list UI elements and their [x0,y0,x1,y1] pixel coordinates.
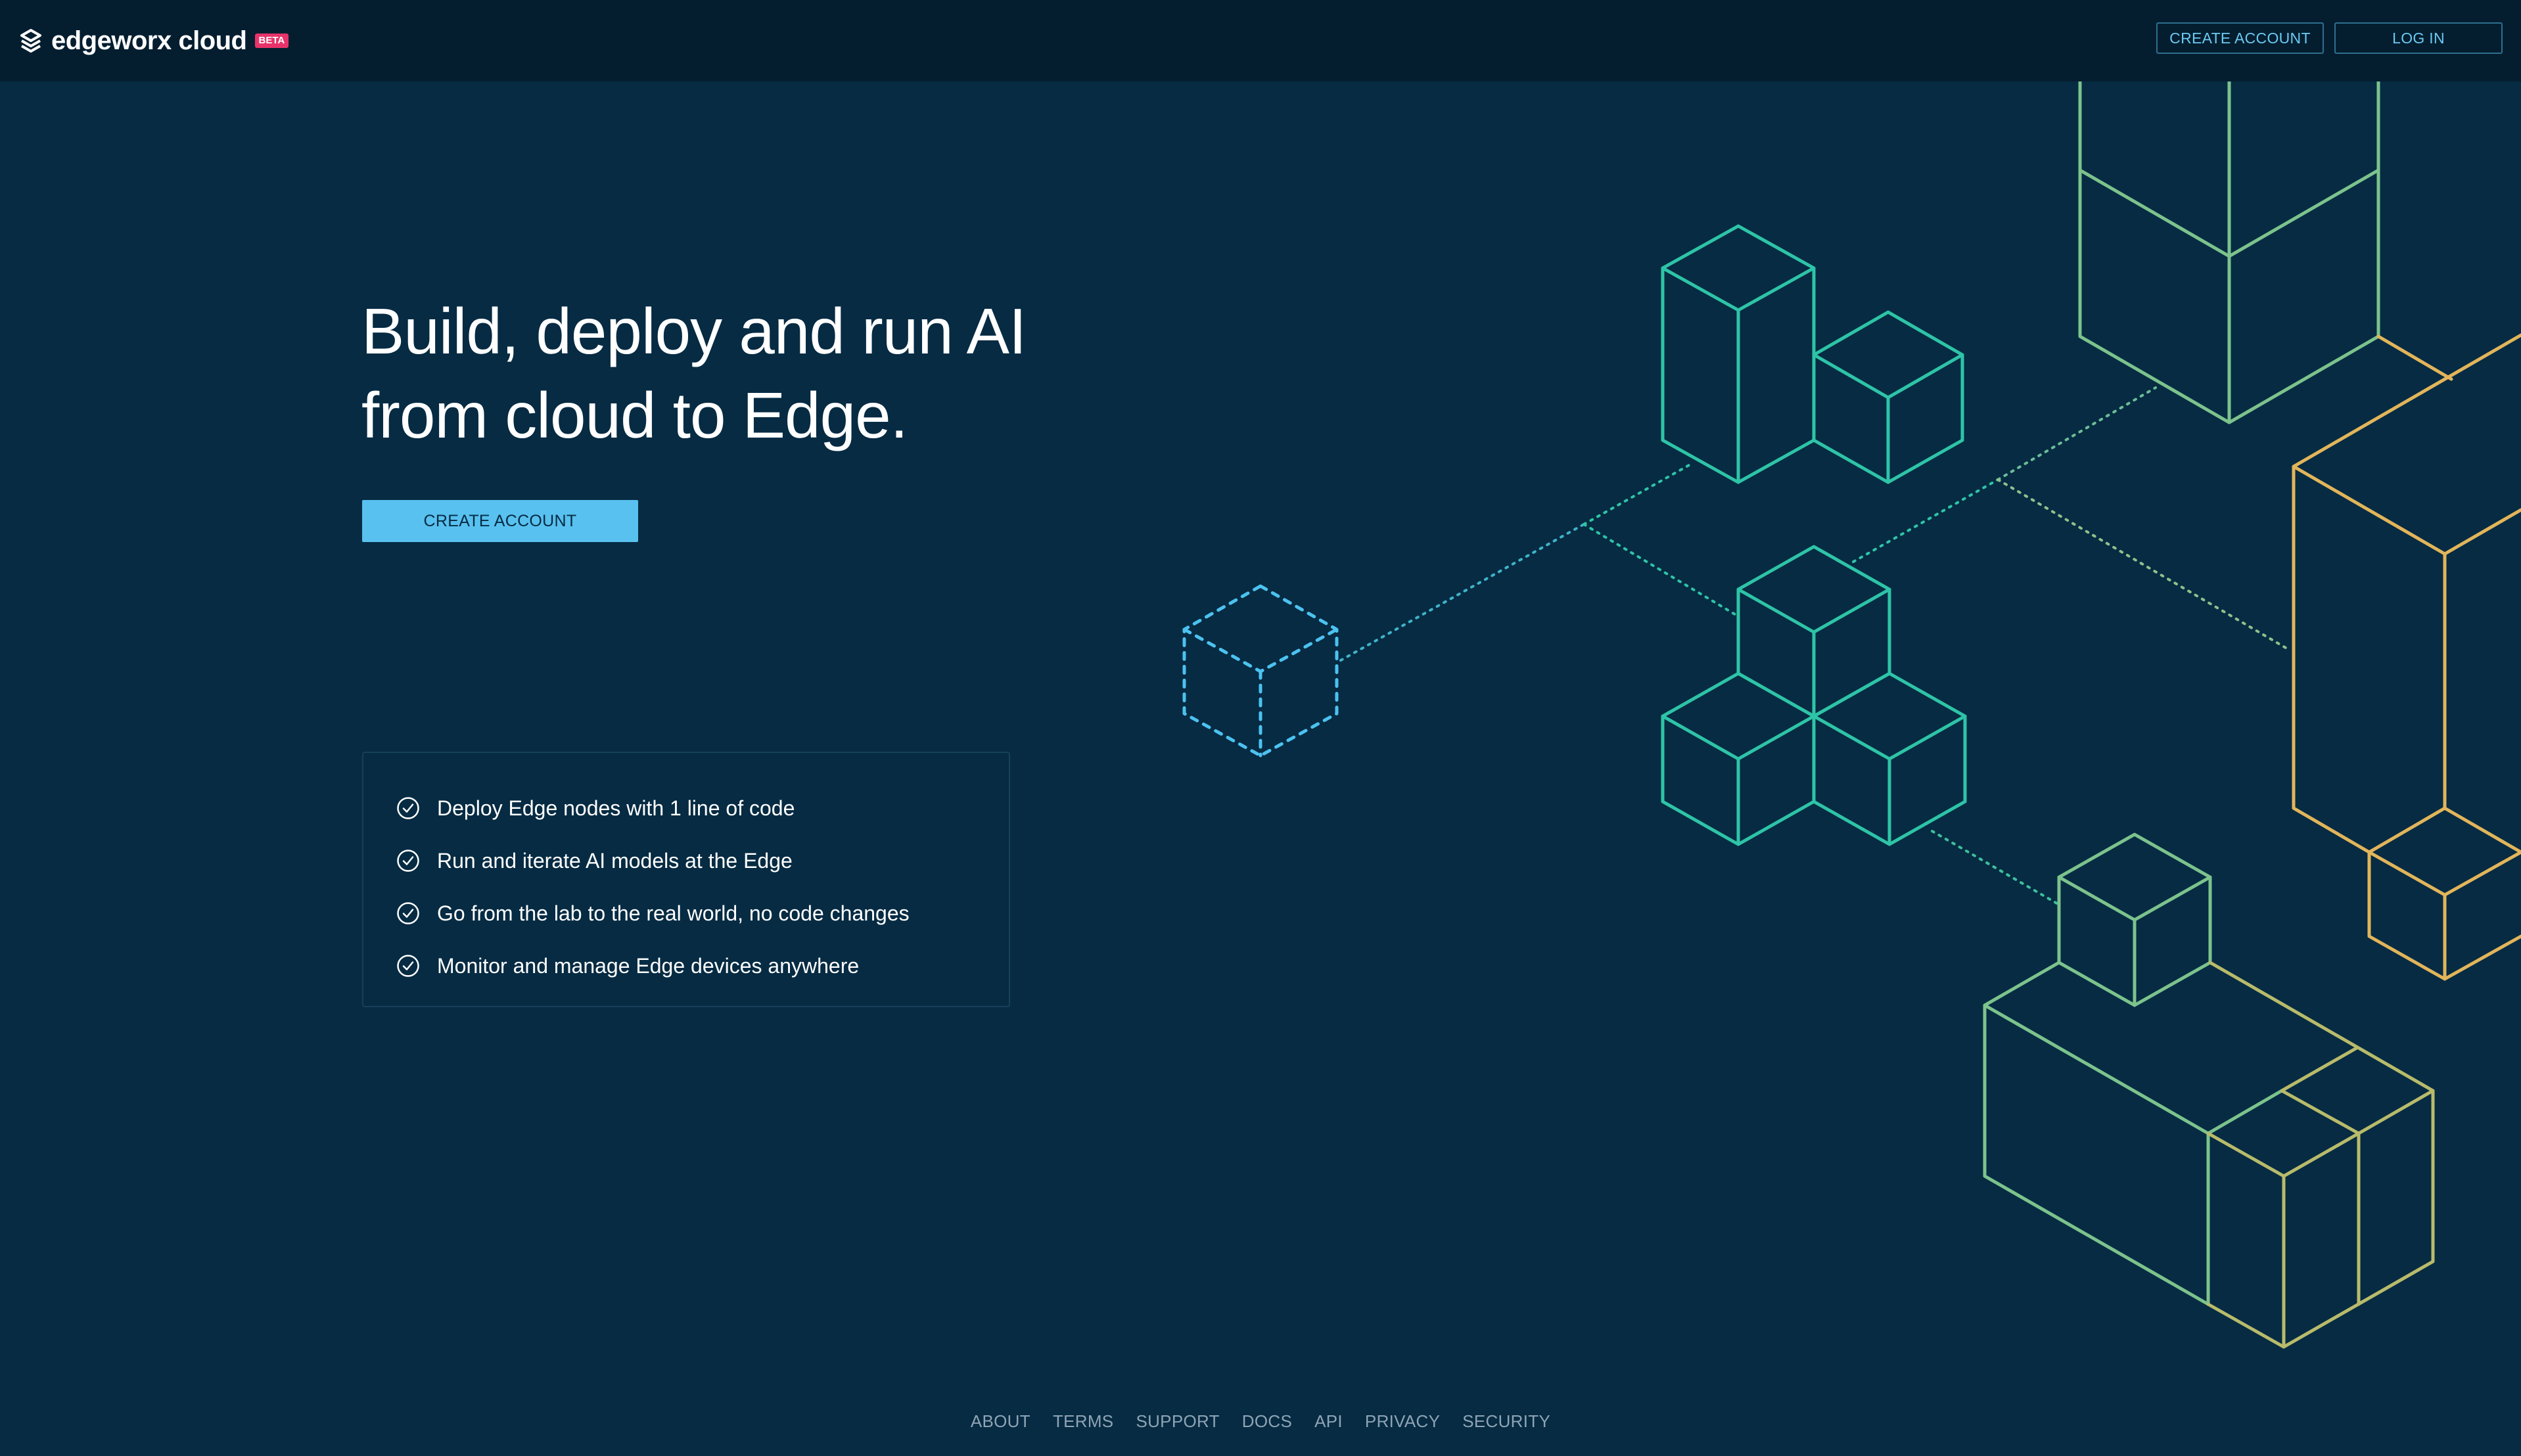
footer-links: ABOUT TERMS SUPPORT DOCS API PRIVACY SEC… [0,1411,2521,1432]
check-circle-icon [397,850,419,872]
brand-logo[interactable]: edgeworx cloud BETA [20,22,289,59]
check-circle-icon [397,797,419,819]
header-create-account-button[interactable]: CREATE ACCOUNT [2156,22,2324,54]
footer-link-api[interactable]: API [1314,1411,1343,1432]
feature-item: Deploy Edge nodes with 1 line of code [396,782,1009,834]
dashed-cube-icon [1182,584,1339,758]
check-circle-icon [397,902,419,924]
feature-list: Deploy Edge nodes with 1 line of code Ru… [362,752,1010,1007]
top-navbar: edgeworx cloud BETA CREATE ACCOUNT LOG I… [0,0,2521,81]
feature-text: Monitor and manage Edge devices anywhere [437,953,860,978]
check-circle-icon [397,955,419,977]
brand-name: edgeworx cloud [51,26,247,55]
hero-title-line-1: Build, deploy and run AI [361,295,1027,367]
hero-title: Build, deploy and run AI from cloud to E… [361,289,1150,457]
edgeworx-logo-icon [20,29,41,53]
footer-link-security[interactable]: SECURITY [1462,1411,1550,1432]
hero-create-account-button[interactable]: CREATE ACCOUNT [362,500,638,542]
feature-text: Go from the lab to the real world, no co… [437,901,910,925]
header-log-in-button[interactable]: LOG IN [2334,22,2503,54]
feature-item: Run and iterate AI models at the Edge [396,834,1009,887]
footer-link-terms[interactable]: TERMS [1053,1411,1114,1432]
feature-item: Monitor and manage Edge devices anywhere [396,940,1009,992]
feature-text: Deploy Edge nodes with 1 line of code [437,796,795,820]
footer-link-support[interactable]: SUPPORT [1136,1411,1219,1432]
footer-link-privacy[interactable]: PRIVACY [1365,1411,1440,1432]
beta-badge: BETA [254,34,289,48]
feature-item: Go from the lab to the real world, no co… [396,887,1009,940]
feature-text: Run and iterate AI models at the Edge [437,848,793,873]
hero-title-line-2: from cloud to Edge. [361,379,908,451]
footer-link-docs[interactable]: DOCS [1242,1411,1292,1432]
footer-link-about[interactable]: ABOUT [971,1411,1030,1432]
